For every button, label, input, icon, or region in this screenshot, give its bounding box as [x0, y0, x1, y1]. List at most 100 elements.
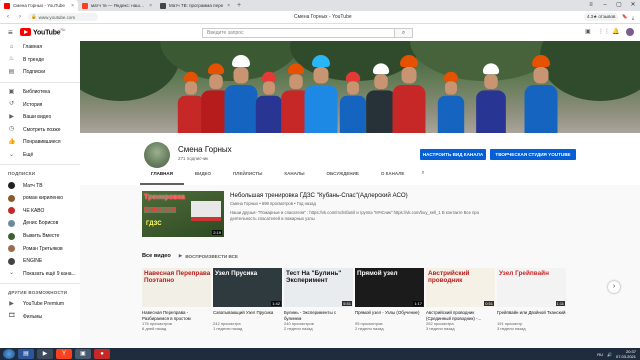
play-all-button[interactable]: ▶ ВОСПРОИЗВЕСТИ ВСЕ — [179, 253, 238, 259]
sidebar-item-роман-третьяков[interactable]: Роман Третьяков — [0, 242, 80, 255]
sidebar-item-в-тренде[interactable]: ♨ В тренде — [0, 54, 80, 67]
browser-tab-yandex[interactable]: матч тв — Яндекс: нашлось × — [78, 0, 156, 11]
video-card[interactable]: Прямой узел 1:17 Прямой узел - Узлы (Обуче… — [355, 268, 424, 331]
close-tab-icon[interactable]: × — [71, 3, 74, 9]
maximize-icon[interactable]: ▢ — [612, 0, 626, 11]
explorer-icon[interactable]: ▤ — [18, 349, 34, 359]
sidebar-item-роман-кириленко[interactable]: роман кириленко — [0, 192, 80, 205]
record-icon[interactable]: ● — [94, 349, 110, 359]
video-title[interactable]: Прямой узел - Узлы (Обучение) — [355, 310, 424, 321]
video-title[interactable]: Булинь - Эксперименты с булинем — [284, 310, 353, 321]
channel-avatar[interactable] — [144, 142, 170, 168]
featured-video-thumbnail[interactable]: Тренировка Спасатели ГДЗС 2:19 — [142, 191, 224, 237]
video-thumbnail[interactable]: Австрийский проводник 0:51 — [426, 268, 495, 307]
video-thumbnail[interactable]: Узел Грейпвайн 1:11 — [497, 268, 566, 307]
sidebar-item-денис-борисов[interactable]: Денис Борисов — [0, 217, 80, 230]
video-card[interactable]: Узел Грейпвайн 1:11 Грейпвайн или Двойной … — [497, 268, 566, 331]
volume-icon[interactable]: 🔊 — [607, 352, 612, 357]
close-tab-icon[interactable]: × — [149, 3, 152, 9]
start-button[interactable] — [3, 349, 15, 359]
tab-playlists[interactable]: ПЛЕЙЛИСТЫ — [222, 166, 273, 185]
home-icon: ⌂ — [9, 43, 14, 50]
os-taskbar: ▤ ▶ Y ▣ ● RU 🔊 20:37 07.03.2021 — [0, 348, 640, 360]
youtube-studio-button[interactable]: ТВОРЧЕСКАЯ СТУДИЯ YOUTUBE — [490, 149, 576, 160]
video-title[interactable]: Схватывающий Узел Прусика — [213, 310, 282, 321]
featured-video-title[interactable]: Небольшая тренировка ГДЗС "Кубань-Спас"(… — [230, 192, 408, 199]
sidebar-item-показать-ещ-9-кана-[interactable]: ⌄ Показать ещё 9 кана... — [0, 268, 80, 281]
tab-channels[interactable]: КАНАЛЫ — [273, 166, 315, 185]
tab-videos[interactable]: ВИДЕО — [184, 166, 222, 185]
search-icon[interactable]: ⌕ — [395, 28, 413, 38]
account-avatar[interactable] — [626, 28, 634, 36]
sidebar-item-label: Фильмы — [23, 313, 43, 320]
tab-about[interactable]: О КАНАЛЕ — [370, 166, 415, 185]
bookmark-icon[interactable]: 🔖 — [622, 14, 628, 20]
back-arrow-icon[interactable]: ‹ — [4, 14, 12, 20]
sidebar-item-ещ-[interactable]: ⌄ Ещё — [0, 149, 80, 162]
hamburger-menu-icon[interactable]: ≡ — [8, 28, 13, 37]
sidebar-item-главная[interactable]: ⌂ Главная — [0, 41, 80, 54]
sidebar-divider — [0, 164, 80, 166]
browser-tab-matchtv[interactable]: Матч ТВ: программа пере × — [156, 0, 234, 11]
clock[interactable]: 20:37 07.03.2021 — [616, 349, 636, 359]
video-title[interactable]: Грейпвайн или Двойной Тканский — [497, 310, 566, 321]
video-thumbnail[interactable]: Тест На "Булинь" Эксперимент 5:51 — [284, 268, 353, 307]
next-arrow-icon[interactable]: › — [608, 281, 620, 293]
sidebar-item-engine[interactable]: ENGINE — [0, 255, 80, 268]
sidebar-item-история[interactable]: ↺ История — [0, 98, 80, 111]
forward-arrow-icon[interactable]: › — [16, 14, 24, 20]
media-icon[interactable]: ▶ — [37, 349, 53, 359]
sidebar-item-выжить-вместе[interactable]: Выжить Вместе — [0, 230, 80, 243]
rating-badge[interactable]: 4.3★ отзывов — [583, 13, 619, 21]
minimize-icon[interactable]: – — [598, 0, 612, 11]
sidebar-item-подписки[interactable]: ▤ Подписки — [0, 66, 80, 79]
video-title[interactable]: Навесная Переправа - Разбираемся в прост… — [142, 310, 211, 321]
sidebar-item-фильмы[interactable]: 🎞 Фильмы — [0, 311, 80, 324]
sidebar-item-смотреть-позже[interactable]: ◷ Смотреть позже — [0, 124, 80, 137]
sidebar-item-youtube-premium[interactable]: ▶ YouTube Premium — [0, 298, 80, 311]
sidebar-item-библиотека[interactable]: ▣ Библиотека — [0, 86, 80, 99]
tab-home[interactable]: ГЛАВНАЯ — [140, 166, 184, 185]
channel-search-icon[interactable]: ⌕ — [415, 166, 430, 185]
video-card[interactable]: Узел Прусика 1:42 Схватывающий Узел Прусик… — [213, 268, 282, 331]
video-thumbnail[interactable]: Навесная Переправа Поэтапно — [142, 268, 211, 307]
sidebar-item-label: История — [23, 101, 43, 108]
matchtv-favicon-icon — [160, 2, 166, 9]
menu-icon[interactable]: ≡ — [584, 0, 598, 11]
video-card[interactable]: Навесная Переправа Поэтапно Навесная Пере… — [142, 268, 211, 331]
folder-icon[interactable]: ▣ — [75, 349, 91, 359]
sidebar-item-ваши-видео[interactable]: ▶ Ваши видео — [0, 111, 80, 124]
sidebar-item-матч-тв[interactable]: Матч ТВ — [0, 179, 80, 192]
clock-date: 07.03.2021 — [615, 354, 636, 359]
fire-truck-image — [191, 201, 221, 221]
thumbnail-text: Узел Прусика — [215, 270, 258, 277]
video-thumbnail[interactable]: Узел Прусика 1:42 — [213, 268, 282, 307]
download-icon[interactable]: ⤓ — [632, 15, 634, 20]
apps-icon[interactable]: ⋮⋮ — [598, 28, 610, 36]
sidebar-item-label: YouTube Premium — [23, 301, 65, 308]
sidebar-item-понравившиеся[interactable]: 👍 Понравившиеся — [0, 136, 80, 149]
sidebar-item-label: Смотреть позже — [23, 126, 61, 133]
video-card[interactable]: Тест На "Булинь" Эксперимент 5:51 Булинь -… — [284, 268, 353, 331]
youtube-premium-icon: ▶ — [9, 300, 14, 307]
browser-tab-youtube[interactable]: Смена Горных - YouTube × — [0, 0, 78, 11]
close-tab-icon[interactable]: × — [227, 3, 230, 9]
notifications-icon[interactable]: 🔔 — [612, 28, 620, 36]
customize-channel-button[interactable]: НАСТРОИТЬ ВИД КАНАЛА — [420, 149, 486, 160]
sidebar-item-че-каво[interactable]: ЧЕ КАВО — [0, 205, 80, 218]
language-indicator[interactable]: RU — [597, 352, 603, 357]
tab-discussion[interactable]: ОБСУЖДЕНИЕ — [315, 166, 369, 185]
video-card[interactable]: Австрийский проводник 0:51 Австрийский про… — [426, 268, 495, 331]
close-window-icon[interactable]: ✕ — [626, 0, 640, 11]
create-video-icon[interactable]: ▣ — [584, 28, 592, 36]
video-thumbnail[interactable]: Прямой узел 1:17 — [355, 268, 424, 307]
yandex-browser-icon[interactable]: Y — [56, 349, 72, 359]
url-field[interactable]: 🔒 www.youtube.com — [28, 13, 98, 21]
rescuer-figure — [339, 71, 367, 133]
youtube-logo[interactable]: YouTubeRU — [20, 28, 65, 36]
channel-header: Смена Горных 271 подписчик НАСТРОИТЬ ВИД… — [80, 133, 640, 185]
video-title[interactable]: Австрийский проводник (Срединный проводн… — [426, 310, 495, 321]
search-input[interactable]: Введите запрос — [202, 28, 395, 38]
sidebar-item-label: Понравившиеся — [23, 139, 61, 146]
new-tab-icon[interactable]: + — [234, 2, 244, 9]
